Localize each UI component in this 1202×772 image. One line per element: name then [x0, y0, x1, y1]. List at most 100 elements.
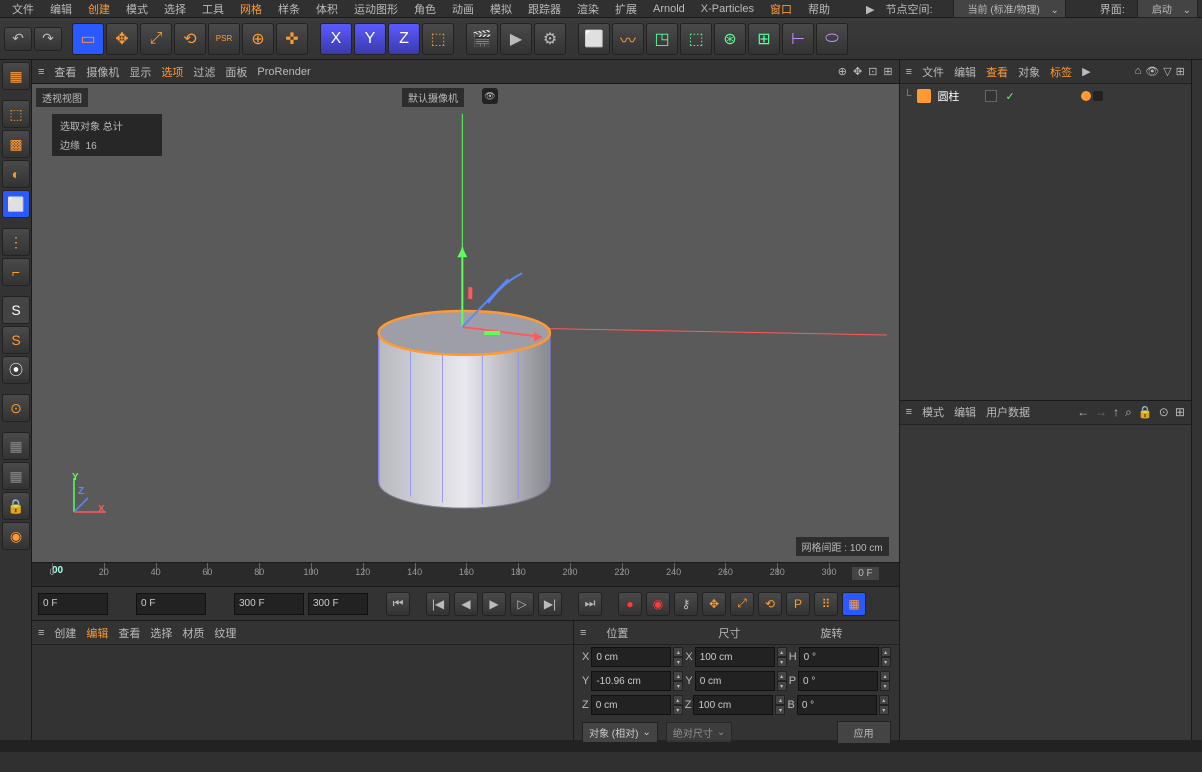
- add-deformer[interactable]: ⬚: [680, 23, 712, 55]
- vp-nav-icon[interactable]: ⊕: [838, 65, 847, 78]
- obj-more[interactable]: ▶: [1082, 65, 1090, 78]
- vp-menu-icon[interactable]: ≡: [38, 66, 44, 78]
- attr-mode[interactable]: 模式: [922, 404, 944, 420]
- record-key[interactable]: ●: [618, 592, 642, 616]
- frame-start-input[interactable]: [38, 593, 108, 615]
- menu-extensions[interactable]: 扩展: [607, 0, 645, 19]
- obj-menu-icon[interactable]: ≡: [906, 66, 912, 78]
- spin[interactable]: ▴▾: [673, 647, 683, 667]
- workplane-mode[interactable]: ◐: [2, 160, 30, 188]
- add-camera[interactable]: ⊢: [782, 23, 814, 55]
- coord-apply-button[interactable]: 应用: [837, 721, 891, 744]
- add-field[interactable]: ⊛: [714, 23, 746, 55]
- render-settings[interactable]: ⚙: [534, 23, 566, 55]
- key-all[interactable]: ▦: [842, 592, 866, 616]
- menu-character[interactable]: 角色: [406, 0, 444, 19]
- key-settings[interactable]: ⚷: [674, 592, 698, 616]
- menu-edit[interactable]: 编辑: [42, 0, 80, 19]
- goto-start[interactable]: ⏮: [386, 592, 410, 616]
- add-mograph[interactable]: ⊞: [748, 23, 780, 55]
- place-tool[interactable]: ✜: [276, 23, 308, 55]
- vp-prorender-menu[interactable]: ProRender: [257, 66, 310, 78]
- pos-x-input[interactable]: [591, 647, 671, 667]
- scale-tool[interactable]: ⤢: [140, 23, 172, 55]
- workplane-3[interactable]: ◉: [2, 522, 30, 550]
- frame-end-input[interactable]: [234, 593, 304, 615]
- prev-key[interactable]: |◀: [426, 592, 450, 616]
- object-cylinder[interactable]: 圆柱: [937, 88, 959, 104]
- rot-p-input[interactable]: [798, 671, 878, 691]
- menu-volume[interactable]: 体积: [308, 0, 346, 19]
- node-space-dropdown[interactable]: 当前 (标准/物理) ⌄: [953, 0, 1066, 18]
- spin[interactable]: ▴▾: [777, 671, 787, 691]
- vp-display-menu[interactable]: 显示: [129, 64, 151, 80]
- layout-dropdown[interactable]: 启动 ⌄: [1137, 0, 1198, 18]
- obj-objects[interactable]: 对象: [1018, 64, 1040, 80]
- menu-tracker[interactable]: 跟踪器: [520, 0, 569, 19]
- rotate-tool[interactable]: ⟲: [174, 23, 206, 55]
- edge-mode[interactable]: ⌐: [2, 258, 30, 286]
- workplane-lock[interactable]: 🔒: [2, 492, 30, 520]
- spin[interactable]: ▴▾: [673, 671, 683, 691]
- size-x-input[interactable]: [695, 647, 775, 667]
- menu-animate[interactable]: 动画: [444, 0, 482, 19]
- spin[interactable]: ▴▾: [673, 695, 683, 715]
- visibility-tag[interactable]: [985, 90, 997, 102]
- pos-z-input[interactable]: [591, 695, 671, 715]
- attr-back[interactable]: ←: [1077, 405, 1089, 420]
- obj-home-icon[interactable]: ⌂: [1135, 65, 1142, 78]
- object-tree-row[interactable]: └ 圆柱 ✓: [900, 84, 1191, 108]
- vp-camera-menu[interactable]: 摄像机: [86, 64, 119, 80]
- snap-3d[interactable]: ⦿: [2, 356, 30, 384]
- menu-spline[interactable]: 样条: [270, 0, 308, 19]
- coord-system[interactable]: ⬚: [422, 23, 454, 55]
- rot-b-input[interactable]: [797, 695, 877, 715]
- key-pos[interactable]: ✥: [702, 592, 726, 616]
- prev-frame[interactable]: ◀: [454, 592, 478, 616]
- nav-axis-widget[interactable]: Y Z X: [62, 472, 112, 522]
- enable-dot[interactable]: ✓: [1005, 90, 1014, 103]
- menu-window[interactable]: 窗口: [762, 0, 800, 19]
- spin[interactable]: ▴▾: [777, 647, 787, 667]
- attr-target-icon[interactable]: ⊙: [1159, 405, 1169, 420]
- menu-tools[interactable]: 工具: [194, 0, 232, 19]
- menu-mograph[interactable]: 运动图形: [346, 0, 406, 19]
- snap-settings[interactable]: S: [2, 326, 30, 354]
- vp-max-icon[interactable]: ⊞: [883, 65, 892, 78]
- redo-button[interactable]: ↷: [34, 27, 62, 51]
- attr-userdata[interactable]: 用户数据: [986, 404, 1030, 420]
- rot-h-input[interactable]: [799, 647, 879, 667]
- psr-tool[interactable]: PSR: [208, 23, 240, 55]
- vp-options-menu[interactable]: 选项: [161, 64, 183, 80]
- menu-select[interactable]: 选择: [156, 0, 194, 19]
- move-tool[interactable]: ✥: [106, 23, 138, 55]
- viewport[interactable]: 透视视图 默认摄像机 👁 选取对象 总计 边缘 16: [32, 84, 899, 562]
- workplane-2[interactable]: ▦: [2, 462, 30, 490]
- x-axis-lock[interactable]: X: [320, 23, 352, 55]
- mat-texture[interactable]: 纹理: [214, 625, 236, 641]
- goto-end[interactable]: ⏭: [578, 592, 602, 616]
- autokey[interactable]: ◉: [646, 592, 670, 616]
- size-z-input[interactable]: [693, 695, 773, 715]
- obj-file[interactable]: 文件: [922, 64, 944, 80]
- spin[interactable]: ▴▾: [879, 695, 889, 715]
- attr-up[interactable]: ↑: [1113, 405, 1119, 420]
- frame-cur-input[interactable]: [136, 593, 206, 615]
- menu-help[interactable]: 帮助: [800, 0, 838, 19]
- tag-1[interactable]: [1081, 91, 1091, 101]
- tag-2[interactable]: [1093, 91, 1103, 101]
- vp-zoom-icon[interactable]: ⊡: [868, 65, 877, 78]
- spin[interactable]: ▴▾: [881, 647, 891, 667]
- coord-menu-icon[interactable]: ≡: [580, 627, 586, 639]
- add-spline[interactable]: 〰: [612, 23, 644, 55]
- spin[interactable]: ▴▾: [880, 671, 890, 691]
- point-mode[interactable]: ⋮: [2, 228, 30, 256]
- mat-view[interactable]: 查看: [118, 625, 140, 641]
- frame-range-input[interactable]: [308, 593, 368, 615]
- add-light[interactable]: ⬭: [816, 23, 848, 55]
- render-region[interactable]: ▶: [500, 23, 532, 55]
- attr-edit[interactable]: 编辑: [954, 404, 976, 420]
- key-param[interactable]: P: [786, 592, 810, 616]
- timeline-ruler[interactable]: 00 0204060801001201401601802002202402602…: [32, 562, 899, 586]
- vp-pan-icon[interactable]: ✥: [853, 65, 862, 78]
